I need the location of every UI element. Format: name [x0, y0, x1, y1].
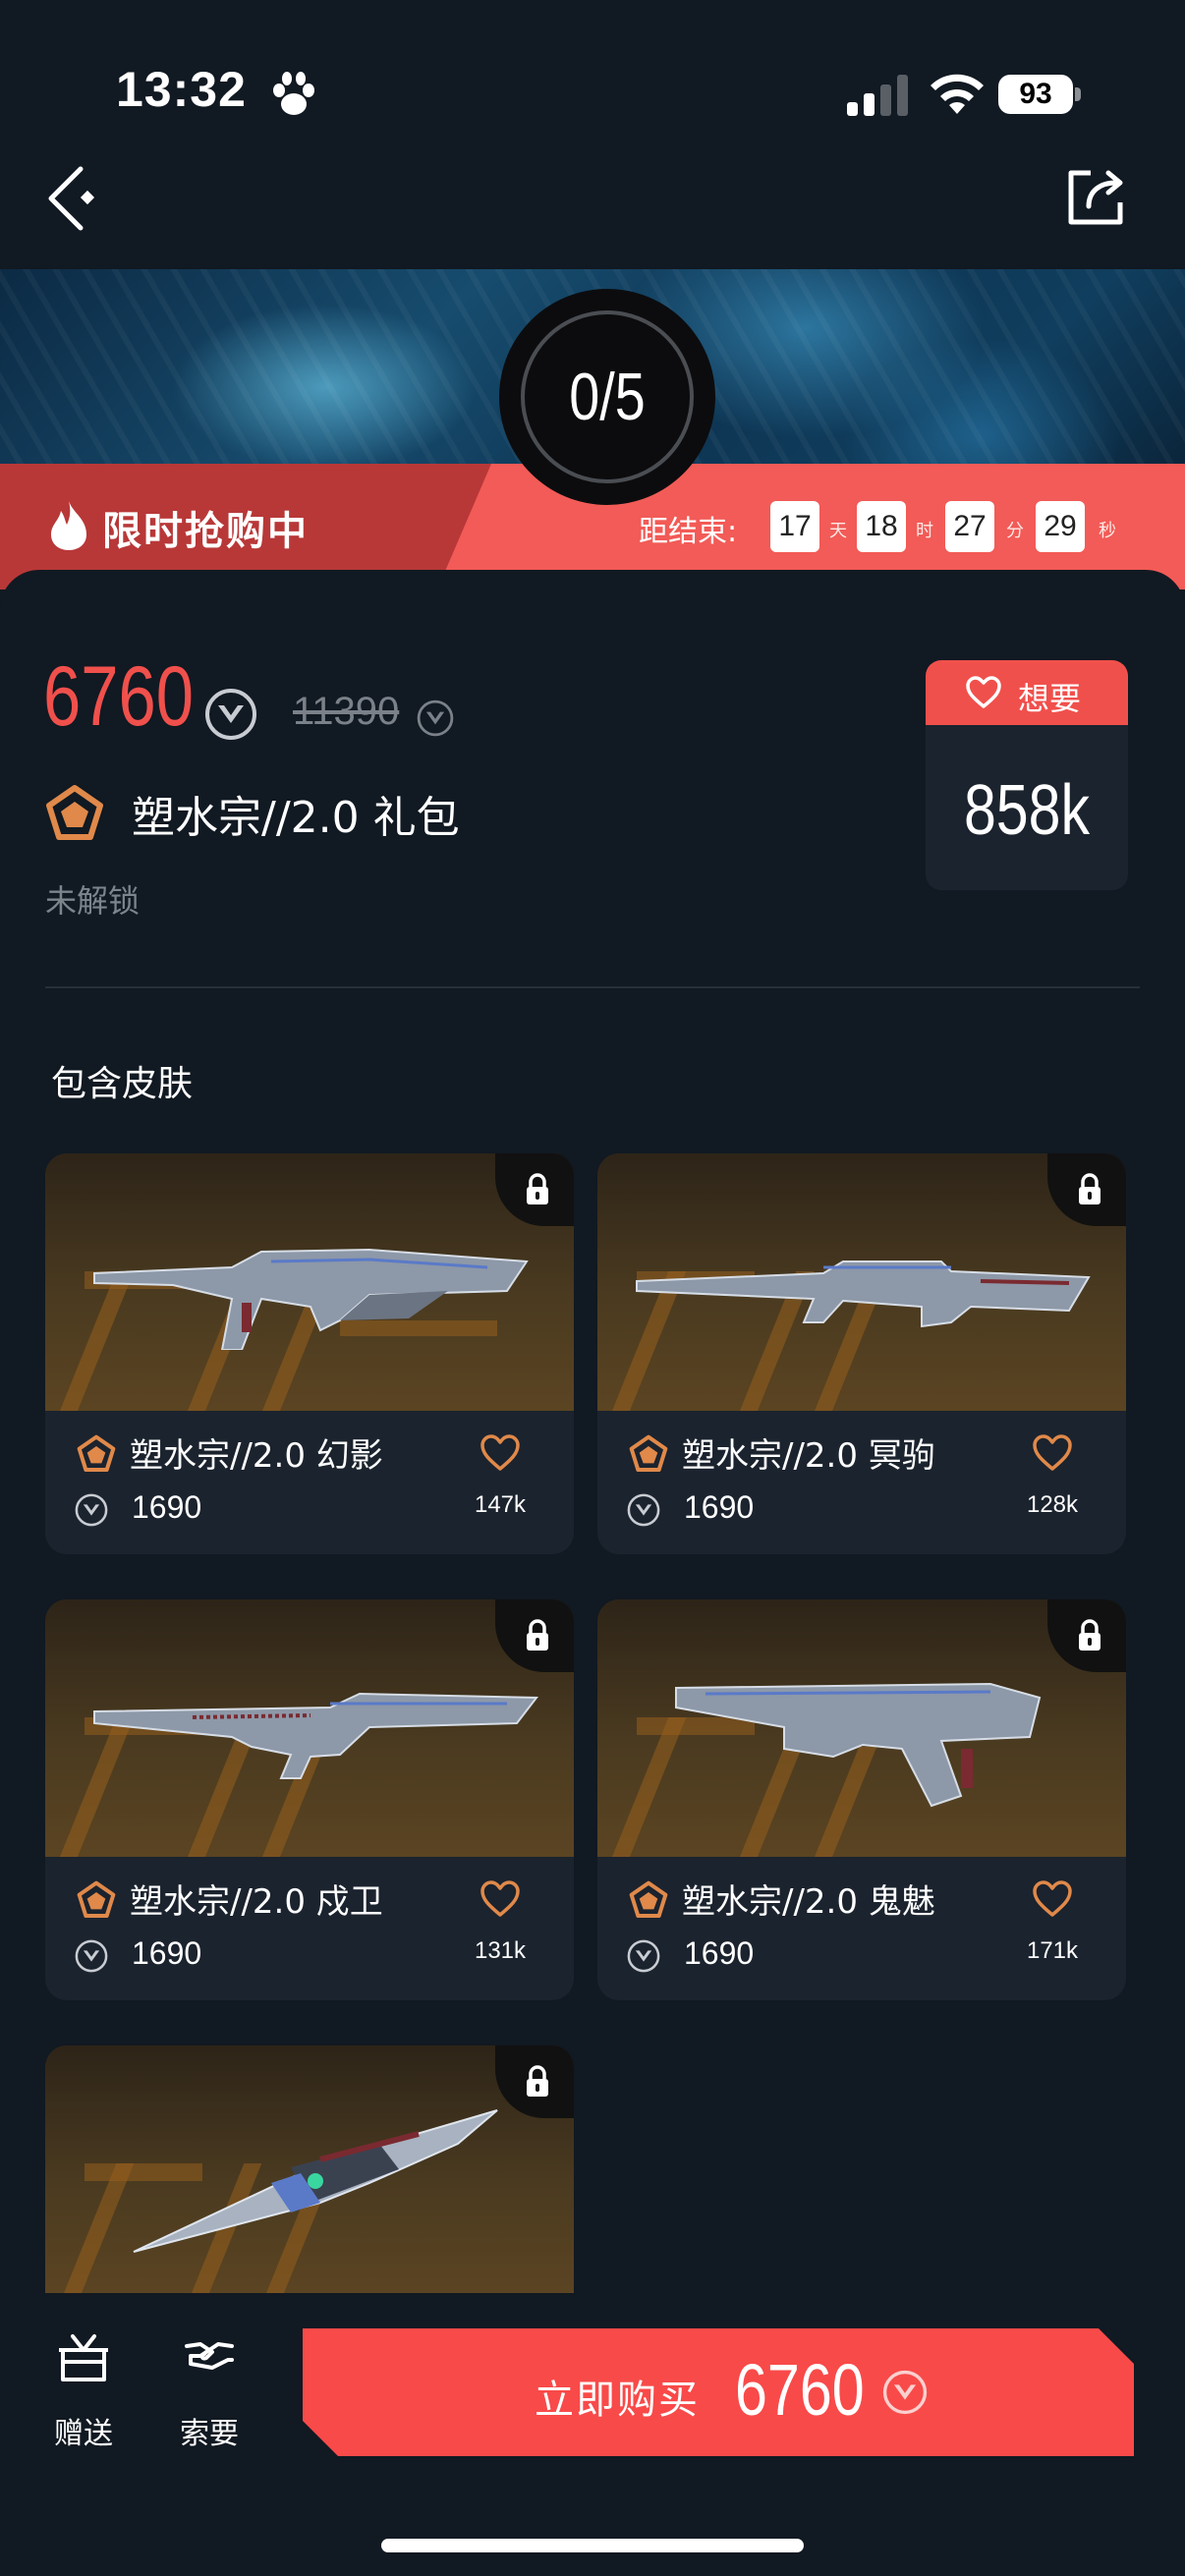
- status-time: 13:32: [116, 62, 247, 117]
- valorant-points-icon: [627, 1493, 660, 1527]
- original-price: 11390: [293, 690, 400, 733]
- wishlist-label: 想要: [1018, 680, 1082, 717]
- request-button[interactable]: 索要: [165, 2330, 254, 2451]
- premium-tier-icon: [629, 1880, 668, 1918]
- buy-now-label: 立即购买: [535, 2378, 700, 2423]
- skin-card[interactable]: 塑水宗//2.0 冥驹 1690 128k: [597, 1153, 1126, 1554]
- wishlist-button[interactable]: 想要 858k: [926, 660, 1128, 890]
- wishlist-count: 858k: [963, 771, 1091, 850]
- countdown-days-unit: 天: [829, 521, 847, 541]
- pistol-icon: [675, 1682, 1042, 1808]
- skin-price: 1690: [132, 1935, 202, 1971]
- skin-name: 塑水宗//2.0 冥驹: [682, 1436, 935, 1476]
- skin-image-rifle: [45, 1153, 574, 1411]
- handshake-icon: [185, 2342, 234, 2370]
- skin-price: 1690: [132, 1489, 202, 1525]
- paw-icon: [273, 72, 314, 115]
- bundle-name: 塑水宗//2.0 礼包: [132, 793, 460, 843]
- signal-icon: [847, 75, 908, 116]
- lock-icon: [527, 1173, 548, 1204]
- battery-level: 93: [1019, 78, 1052, 110]
- smg-icon: [93, 1692, 538, 1779]
- lock-badge: [495, 1599, 574, 1672]
- heart-icon[interactable]: [1032, 1434, 1073, 1472]
- premium-tier-icon: [77, 1434, 116, 1472]
- heart-icon[interactable]: [480, 1434, 521, 1472]
- gift-button[interactable]: 赠送: [39, 2330, 128, 2451]
- skin-likes: 147k: [474, 1491, 527, 1518]
- skin-likes: 128k: [1026, 1491, 1079, 1518]
- premium-tier-icon: [629, 1434, 668, 1472]
- flash-sale-label: 限时抢购中: [102, 509, 309, 554]
- premium-tier-icon: [77, 1880, 116, 1918]
- bundle-price: 6760: [43, 649, 195, 744]
- skin-card[interactable]: 塑水宗//2.0 鬼魅 1690 171k: [597, 1599, 1126, 2000]
- heart-icon: [966, 676, 1001, 708]
- share-icon[interactable]: [1061, 161, 1130, 230]
- valorant-points-icon: [627, 1939, 660, 1973]
- skin-image-knife: [45, 2045, 574, 2293]
- skin-likes: 131k: [474, 1937, 527, 1964]
- valorant-points-icon: [417, 700, 454, 737]
- skin-price: 1690: [684, 1935, 755, 1971]
- countdown-hours-unit: 时: [916, 521, 933, 541]
- skin-card[interactable]: [45, 2045, 574, 2293]
- battery-indicator: 93: [998, 75, 1081, 114]
- lock-icon: [527, 2065, 548, 2097]
- collection-progress-ring: 0/5: [499, 289, 715, 505]
- request-label: 索要: [180, 2417, 239, 2451]
- status-bar: 13:32 93: [0, 0, 1185, 147]
- back-icon[interactable]: [39, 157, 108, 236]
- collection-progress: 0/5: [569, 360, 646, 434]
- countdown-hours: 18: [857, 501, 906, 552]
- lock-icon: [527, 1619, 548, 1651]
- countdown-minutes-unit: 分: [1006, 521, 1024, 541]
- countdown-minutes: 27: [945, 501, 994, 552]
- section-title: 包含皮肤: [51, 1064, 194, 1104]
- knife-icon: [133, 2109, 498, 2253]
- skin-name: 塑水宗//2.0 戍卫: [130, 1882, 383, 1922]
- skin-card[interactable]: 塑水宗//2.0 戍卫 1690 131k: [45, 1599, 574, 2000]
- countdown-seconds-unit: 秒: [1099, 521, 1116, 541]
- wifi-icon: [931, 74, 984, 114]
- skin-image-pistol: [597, 1599, 1126, 1857]
- sniper-rifle-icon: [636, 1260, 1091, 1328]
- lock-badge: [495, 1153, 574, 1226]
- gift-label: 赠送: [54, 2417, 113, 2451]
- flame-icon: [51, 501, 86, 550]
- gift-icon: [59, 2334, 108, 2381]
- valorant-points-icon: [205, 689, 256, 740]
- skin-likes: 171k: [1026, 1937, 1079, 1964]
- skin-image-sniper: [597, 1153, 1126, 1411]
- lock-icon: [1079, 1619, 1100, 1651]
- valorant-points-icon: [75, 1493, 108, 1527]
- rifle-icon: [93, 1248, 529, 1350]
- heart-icon[interactable]: [1032, 1880, 1073, 1918]
- unlock-status: 未解锁: [45, 882, 141, 920]
- skin-price: 1690: [684, 1489, 755, 1525]
- valorant-points-icon: [75, 1939, 108, 1973]
- skin-card[interactable]: 塑水宗//2.0 幻影 1690 147k: [45, 1153, 574, 1554]
- buy-now-price: 6760: [735, 2349, 865, 2431]
- skin-image-smg: [45, 1599, 574, 1857]
- heart-icon[interactable]: [480, 1880, 521, 1918]
- home-indicator[interactable]: [381, 2539, 804, 2552]
- skin-name: 塑水宗//2.0 鬼魅: [682, 1882, 935, 1922]
- skin-name: 塑水宗//2.0 幻影: [130, 1436, 383, 1476]
- countdown-seconds: 29: [1036, 501, 1085, 552]
- lock-badge: [1047, 1153, 1126, 1226]
- lock-icon: [1079, 1173, 1100, 1204]
- buy-now-button[interactable]: 立即购买 6760: [303, 2328, 1134, 2456]
- divider: [45, 986, 1140, 988]
- content-panel: [0, 570, 1185, 629]
- valorant-points-icon: [882, 2370, 928, 2415]
- premium-tier-icon: [46, 785, 103, 840]
- countdown-days: 17: [770, 501, 819, 552]
- countdown-label: 距结束:: [639, 515, 738, 549]
